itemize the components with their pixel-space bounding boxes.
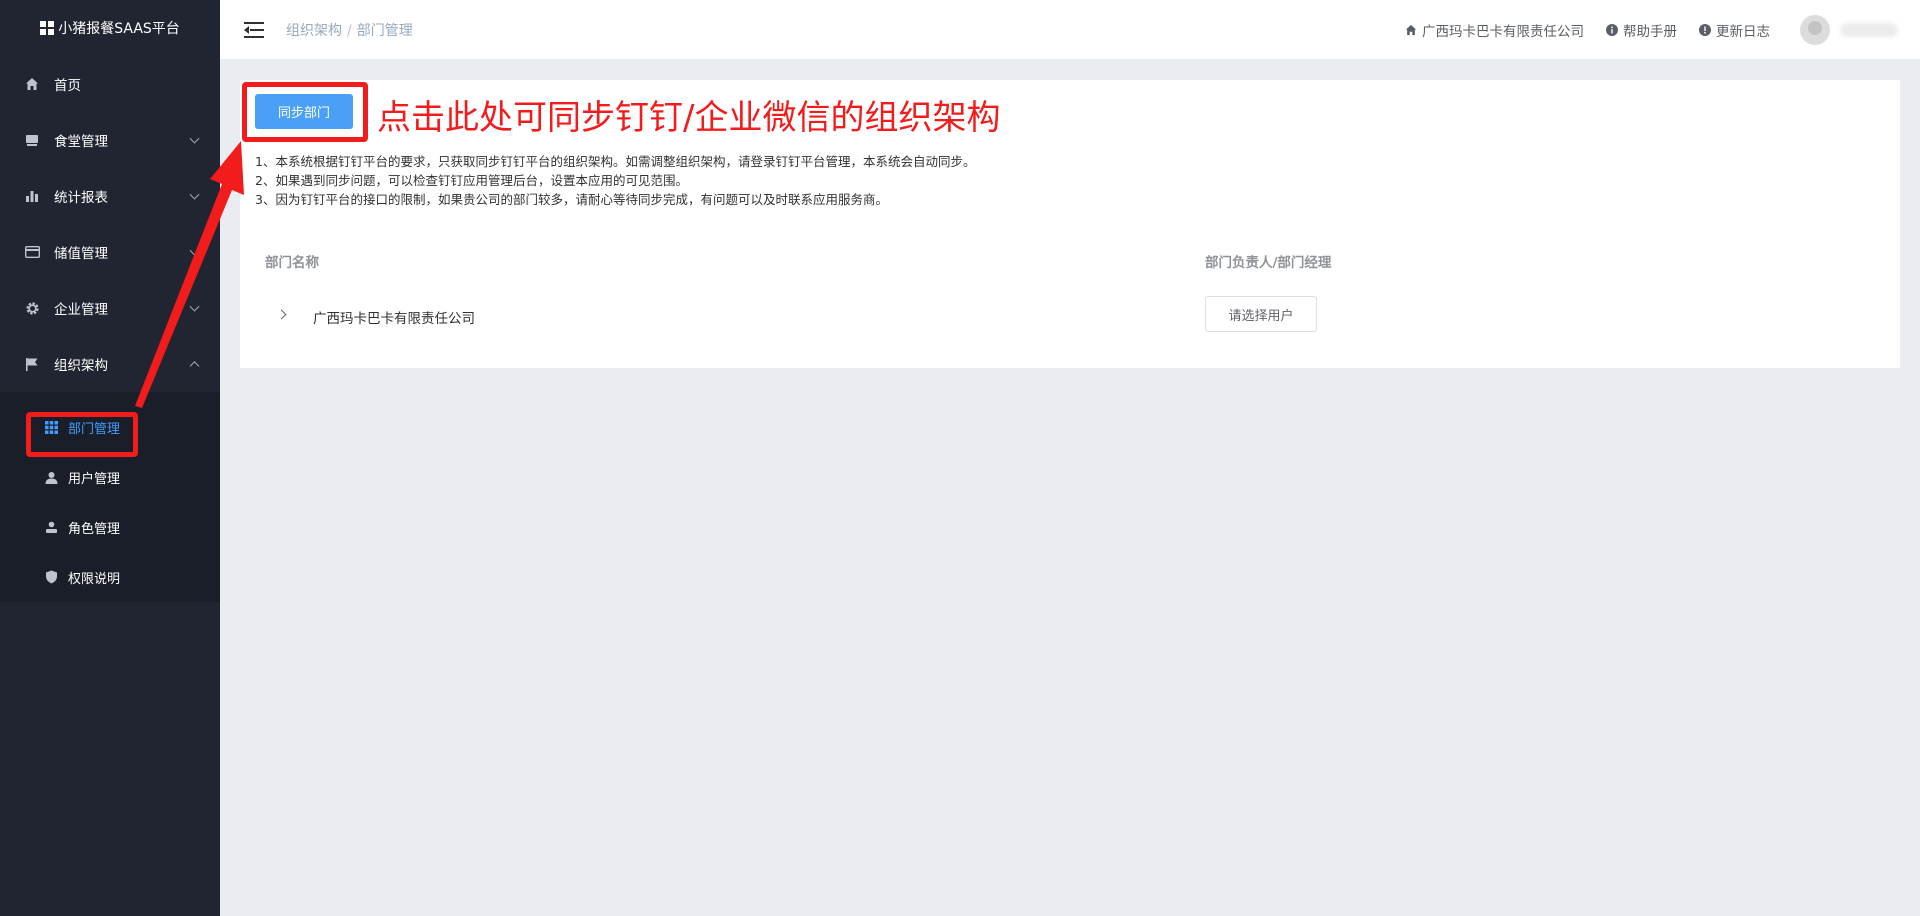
- department-card: 同步部门 点击此处可同步钉钉/企业微信的组织架构 1、本系统根据钉钉平台的要求，…: [240, 80, 1900, 368]
- sidebar-item-org[interactable]: 组织架构: [0, 336, 220, 392]
- user-icon: [44, 470, 58, 484]
- sidebar: 小猪报餐SAAS平台 首页 食堂管理 统计报表 储值管理 企业管理 组织架构 部…: [0, 0, 220, 916]
- sidebar-item-label: 角色管理: [68, 521, 121, 537]
- shield-icon: [44, 570, 58, 584]
- sidebar-item-home[interactable]: 首页: [0, 56, 220, 112]
- changelog-label: 更新日志: [1716, 23, 1770, 40]
- canteen-icon: [24, 132, 40, 148]
- avatar[interactable]: [1800, 14, 1830, 45]
- notes: 1、本系统根据钉钉平台的要求，只获取同步钉钉平台的组织架构。如需调整组织架构，请…: [255, 152, 975, 209]
- sidebar-item-department[interactable]: 部门管理: [0, 402, 220, 452]
- alert-icon: [1699, 23, 1711, 36]
- chevron-right-icon[interactable]: [276, 309, 287, 320]
- sidebar-item-reports[interactable]: 统计报表: [0, 168, 220, 224]
- org-submenu: 部门管理 用户管理 角色管理 权限说明: [0, 392, 220, 602]
- sidebar-item-canteen[interactable]: 食堂管理: [0, 112, 220, 168]
- app-logo[interactable]: 小猪报餐SAAS平台: [0, 0, 220, 56]
- column-header-name: 部门名称: [265, 255, 319, 271]
- sidebar-item-label: 统计报表: [54, 190, 108, 206]
- chevron-down-icon: [189, 133, 200, 144]
- department-name: 广西玛卡巴卡有限责任公司: [313, 311, 475, 327]
- help-label: 帮助手册: [1623, 23, 1677, 40]
- company-link[interactable]: 广西玛卡巴卡有限责任公司: [1405, 20, 1584, 40]
- breadcrumb: 组织架构 / 部门管理: [286, 20, 413, 40]
- sidebar-item-label: 组织架构: [54, 358, 108, 374]
- menu-toggle-icon[interactable]: [244, 21, 264, 38]
- chevron-down-icon: [189, 245, 200, 256]
- card-icon: [24, 244, 40, 260]
- info-icon: [1606, 23, 1618, 36]
- home-icon: [24, 76, 40, 92]
- username-blurred[interactable]: [1840, 22, 1898, 37]
- header-right: 广西玛卡巴卡有限责任公司 帮助手册 更新日志: [1405, 0, 1920, 59]
- sidebar-item-label: 企业管理: [54, 302, 108, 318]
- table-row: 广西玛卡巴卡有限责任公司 请选择用户: [265, 296, 1885, 336]
- note-line: 2、如果遇到同步问题，可以检查钉钉应用管理后台，设置本应用的可见范围。: [255, 173, 688, 188]
- note-line: 3、因为钉钉平台的接口的限制，如果贵公司的部门较多，请耐心等待同步完成，有问题可…: [255, 192, 888, 207]
- role-icon: [44, 520, 58, 534]
- chevron-up-icon: [189, 361, 200, 372]
- sidebar-item-label: 用户管理: [68, 471, 121, 487]
- chart-icon: [24, 188, 40, 204]
- breadcrumb-item-current: 部门管理: [356, 22, 413, 39]
- sidebar-item-label: 首页: [54, 78, 81, 94]
- app-title: 小猪报餐SAAS平台: [58, 21, 180, 37]
- sidebar-item-permissions[interactable]: 权限说明: [0, 552, 220, 602]
- home-icon: [1405, 24, 1417, 36]
- sidebar-item-stored-value[interactable]: 储值管理: [0, 224, 220, 280]
- breadcrumb-item[interactable]: 组织架构: [286, 23, 342, 39]
- chevron-down-icon: [189, 189, 200, 200]
- top-header: 组织架构 / 部门管理 广西玛卡巴卡有限责任公司 帮助手册 更新日志: [220, 0, 1920, 59]
- annotation-text: 点击此处可同步钉钉/企业微信的组织架构: [377, 98, 1001, 138]
- note-line: 1、本系统根据钉钉平台的要求，只获取同步钉钉平台的组织架构。如需调整组织架构，请…: [255, 154, 976, 169]
- column-header-manager: 部门负责人/部门经理: [1205, 255, 1332, 271]
- breadcrumb-separator: /: [347, 22, 352, 39]
- sync-department-button[interactable]: 同步部门: [255, 94, 353, 129]
- gear-icon: [24, 300, 40, 316]
- grid-icon: [44, 420, 58, 434]
- select-user-button[interactable]: 请选择用户: [1205, 296, 1317, 332]
- sidebar-item-users[interactable]: 用户管理: [0, 452, 220, 502]
- logo-grid-icon: [40, 21, 55, 35]
- sidebar-item-label: 权限说明: [68, 571, 121, 587]
- company-name: 广西玛卡巴卡有限责任公司: [1422, 23, 1584, 40]
- sidebar-item-label: 食堂管理: [54, 134, 108, 150]
- changelog-link[interactable]: 更新日志: [1699, 20, 1770, 40]
- flag-icon: [24, 356, 40, 372]
- chevron-down-icon: [189, 301, 200, 312]
- help-link[interactable]: 帮助手册: [1606, 20, 1677, 40]
- sidebar-item-label: 部门管理: [68, 421, 121, 437]
- sidebar-item-roles[interactable]: 角色管理: [0, 502, 220, 552]
- sidebar-item-enterprise[interactable]: 企业管理: [0, 280, 220, 336]
- sidebar-item-label: 储值管理: [54, 246, 108, 262]
